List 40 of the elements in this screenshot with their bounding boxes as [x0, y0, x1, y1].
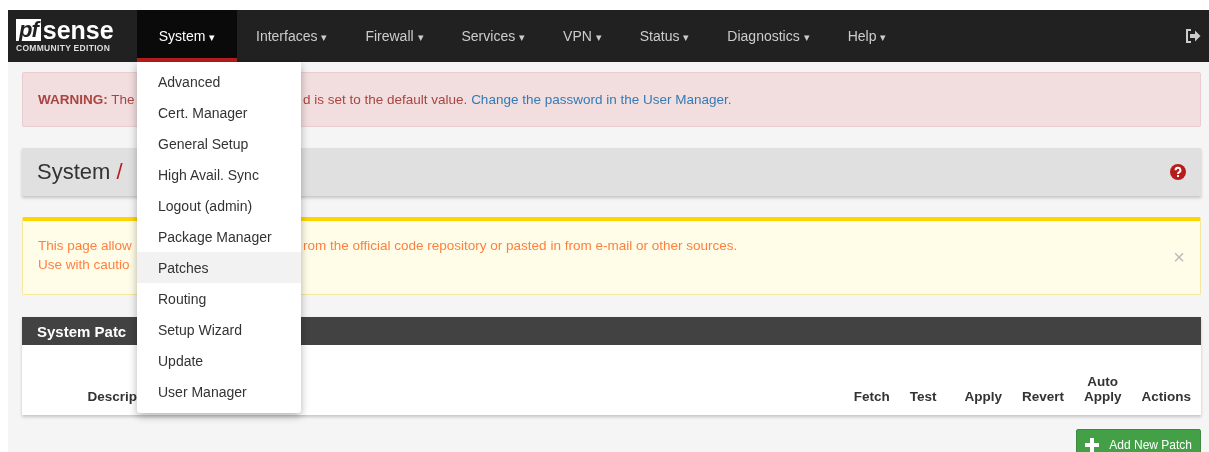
logo-edition: COMMUNITY EDITION — [16, 43, 112, 53]
column-header: Descrip — [86, 389, 137, 404]
nav-menu-item[interactable]: Diagnostics ▾ — [708, 10, 829, 62]
nav-menu-item[interactable]: Firewall ▾ — [346, 10, 443, 62]
plus-icon — [1085, 437, 1100, 452]
dropdown-menu-item[interactable]: Advanced — [137, 66, 301, 97]
nav-menu-item[interactable]: Help ▾ — [828, 10, 906, 62]
dropdown-menu-item[interactable]: Package Manager — [137, 221, 301, 252]
dropdown-menu-item[interactable]: Logout (admin) — [137, 190, 301, 221]
column-header: Auto Apply — [1084, 374, 1122, 404]
nav-menu-item[interactable]: Services ▾ — [442, 10, 545, 62]
dropdown-menu-item[interactable]: General Setup — [137, 128, 301, 159]
logo-mark: pf — [16, 19, 41, 41]
change-password-link[interactable]: Change the password in the User Manager. — [471, 92, 732, 107]
warning-text: WARNING: The — [38, 92, 136, 107]
info-text: rom the official code repository or pasted in from e-mail or other sources. — [303, 237, 738, 253]
nav-menu-item[interactable]: Interfaces ▾ — [237, 10, 347, 62]
breadcrumb-title: System / — [37, 159, 123, 185]
dropdown-menu-item[interactable]: Patches — [137, 252, 301, 283]
column-header: Revert — [1021, 389, 1064, 404]
help-icon[interactable] — [1170, 164, 1186, 180]
dropdown-menu-item[interactable]: Routing — [137, 283, 301, 314]
dropdown-menu-item[interactable]: High Avail. Sync — [137, 159, 301, 190]
column-header: Actions — [1141, 389, 1191, 404]
nav-menu-item[interactable]: Status ▾ — [620, 10, 709, 62]
warning-text: d is set to the default value. — [303, 92, 468, 107]
info-text: This page allow — [38, 237, 133, 253]
dropdown-menu-item[interactable]: Cert. Manager — [137, 97, 301, 128]
logout-icon[interactable] — [1185, 29, 1201, 43]
dropdown-menu-item[interactable]: User Manager — [137, 376, 301, 407]
nav-menu-item[interactable]: System ▾ — [137, 10, 237, 62]
nav-menu-item[interactable]: VPN ▾ — [544, 10, 621, 62]
dropdown-menu-item[interactable]: Setup Wizard — [137, 314, 301, 345]
logo-wordmark: sense — [42, 19, 114, 41]
column-header: Test — [909, 389, 937, 404]
dropdown-menu-item[interactable]: Update — [137, 345, 301, 376]
column-header: Apply — [964, 389, 1002, 404]
column-header: Fetch — [853, 389, 890, 404]
panel-title: System Patc — [37, 322, 127, 340]
info-text: Use with cautio — [38, 256, 131, 272]
